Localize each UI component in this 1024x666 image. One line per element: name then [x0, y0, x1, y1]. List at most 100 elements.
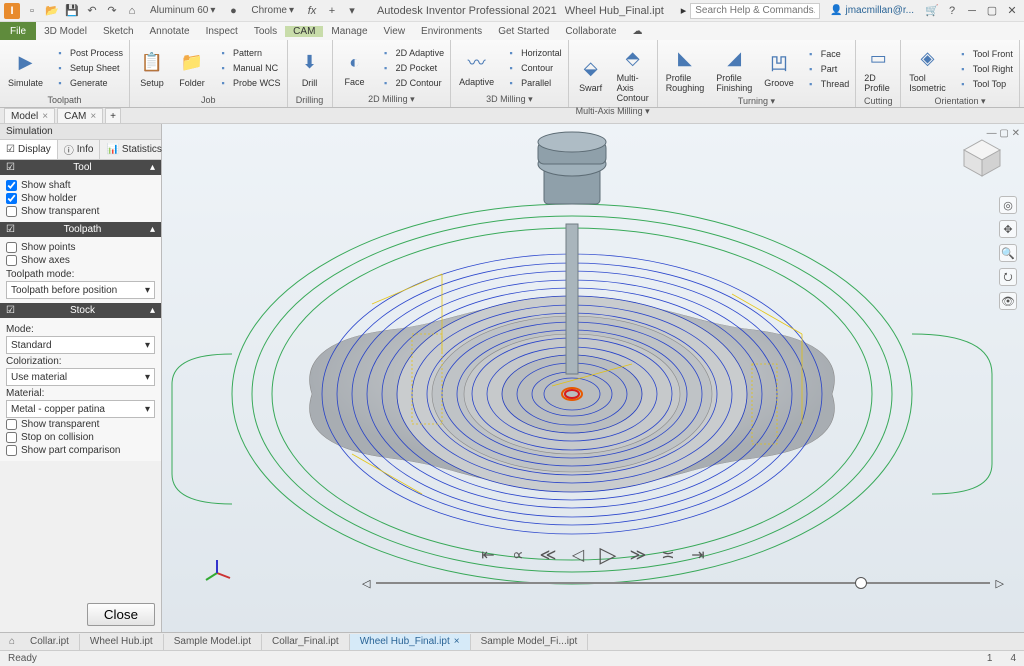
ribbon-folder[interactable]: 📁Folder: [174, 47, 210, 90]
checkbox[interactable]: [6, 193, 17, 204]
tab-statistics[interactable]: 📊 Statistics: [100, 140, 168, 159]
stock-mode-select[interactable]: Standard▾: [6, 336, 155, 354]
ribbon-tool-isometric[interactable]: ◈Tool Isometric: [905, 42, 950, 95]
step-forward-op-icon[interactable]: ≍: [658, 545, 678, 565]
rewind-icon[interactable]: ≪: [538, 545, 558, 565]
filetab-3[interactable]: Collar_Final.ipt: [262, 634, 350, 650]
more-icon[interactable]: ▾: [344, 3, 360, 19]
ribbon-face[interactable]: ◐Face: [337, 46, 373, 89]
ribbon-parallel[interactable]: ▪Parallel: [502, 76, 564, 90]
stock-check-1[interactable]: Stop on collision: [6, 431, 155, 444]
stock-color-select[interactable]: Use material▾: [6, 368, 155, 386]
ribbon-simulate[interactable]: ▶Simulate: [4, 47, 47, 90]
stock-check-2[interactable]: Show part comparison: [6, 444, 155, 457]
redo-icon[interactable]: ↷: [104, 3, 120, 19]
menu-sketch[interactable]: Sketch: [95, 26, 142, 37]
stock-check-0[interactable]: Show transparent: [6, 418, 155, 431]
filetab-4[interactable]: Wheel Hub_Final.ipt ×: [350, 634, 471, 650]
undo-icon[interactable]: ↶: [84, 3, 100, 19]
tool-section-header[interactable]: ☑ Tool▴: [0, 160, 161, 175]
play-icon[interactable]: ▷: [598, 542, 618, 568]
menu-manage[interactable]: Manage: [323, 26, 375, 37]
ribbon-generate[interactable]: ▪Generate: [51, 76, 125, 90]
plus-icon[interactable]: +: [324, 3, 340, 19]
stock-material-select[interactable]: Metal - copper patina▾: [6, 400, 155, 418]
ribbon-tool-top[interactable]: ▪Tool Top: [954, 77, 1015, 91]
menu-collaborate[interactable]: Collaborate: [557, 26, 624, 37]
toolpath-section-header[interactable]: ☑ Toolpath▴: [0, 222, 161, 237]
toolpath-check-1[interactable]: Show axes: [6, 254, 155, 267]
timeline-thumb[interactable]: [855, 577, 867, 589]
filetab-1[interactable]: Wheel Hub.ipt: [80, 634, 164, 650]
ribbon-pattern[interactable]: ▪Pattern: [214, 46, 283, 60]
maximize-icon[interactable]: ▢: [984, 3, 1000, 19]
tool-check-2[interactable]: Show transparent: [6, 205, 155, 218]
collaborate-cloud-icon[interactable]: ☁: [624, 26, 650, 37]
ribbon-drill[interactable]: ⬇Drill: [292, 47, 328, 90]
tab-close-icon[interactable]: ×: [90, 111, 96, 122]
ribbon-profile-finishing[interactable]: ◢Profile Finishing: [712, 42, 756, 95]
menu-3d-model[interactable]: 3D Model: [36, 26, 95, 37]
ribbon-post-process[interactable]: ▪Post Process: [51, 46, 125, 60]
ribbon-part[interactable]: ▪Part: [802, 62, 852, 76]
ribbon--d-pocket[interactable]: ▪2D Pocket: [377, 61, 447, 75]
viewport-3d[interactable]: ◎ ✥ 🔍 ⭮ 👁 ⇤ ∝ ≪ ◁ ▷ ≫ ≍ ⇥ ◁ ▷ — ▢ ✕: [162, 124, 1024, 632]
close-button[interactable]: Close: [87, 603, 155, 626]
ribbon-adaptive[interactable]: 〰Adaptive: [455, 46, 498, 89]
app-icon[interactable]: I: [4, 3, 20, 19]
ribbon--d-contour[interactable]: ▪2D Contour: [377, 76, 447, 90]
steering-wheel-icon[interactable]: ◎: [999, 196, 1017, 214]
checkbox[interactable]: [6, 419, 17, 430]
save-icon[interactable]: 💾: [64, 3, 80, 19]
tool-check-0[interactable]: Show shaft: [6, 179, 155, 192]
tab-close-icon[interactable]: ×: [42, 111, 48, 122]
ribbon--d-profile[interactable]: ▭2D Profile: [860, 42, 896, 95]
tool-check-1[interactable]: Show holder: [6, 192, 155, 205]
ribbon--d-adaptive[interactable]: ▪2D Adaptive: [377, 46, 447, 60]
orbit-icon[interactable]: ⭮: [999, 268, 1017, 286]
menu-environments[interactable]: Environments: [413, 26, 490, 37]
zoom-icon[interactable]: 🔍: [999, 244, 1017, 262]
ribbon-horizontal[interactable]: ▪Horizontal: [502, 46, 564, 60]
ribbon-swarf[interactable]: ⬙Swarf: [573, 52, 609, 95]
filetab-2[interactable]: Sample Model.ipt: [164, 634, 262, 650]
checkbox[interactable]: [6, 206, 17, 217]
menu-inspect[interactable]: Inspect: [198, 26, 246, 37]
home-tab-icon[interactable]: ⌂: [4, 636, 20, 647]
checkbox[interactable]: [6, 180, 17, 191]
simulation-timeline[interactable]: ◁ ▷: [362, 576, 1004, 590]
ribbon-multi-axis-contour[interactable]: ⬘Multi-Axis Contour: [613, 42, 653, 105]
ribbon-groove[interactable]: 凹Groove: [760, 47, 798, 90]
ribbon-tool-right[interactable]: ▪Tool Right: [954, 62, 1015, 76]
cam-tab[interactable]: CAM×: [57, 108, 103, 123]
goto-start-icon[interactable]: ⇤: [478, 545, 498, 565]
appearance-icon[interactable]: ●: [225, 3, 241, 19]
tab-info[interactable]: ⓘ Info: [58, 140, 101, 159]
toolpath-check-0[interactable]: Show points: [6, 241, 155, 254]
menu-get-started[interactable]: Get Started: [490, 26, 557, 37]
menu-tools[interactable]: Tools: [246, 26, 285, 37]
goto-end-icon[interactable]: ⇥: [688, 545, 708, 565]
checkbox[interactable]: [6, 445, 17, 456]
ribbon-setup[interactable]: 📋Setup: [134, 47, 170, 90]
help-icon[interactable]: ?: [944, 3, 960, 19]
ribbon-manual-nc[interactable]: ▪Manual NC: [214, 61, 283, 75]
ribbon-thread[interactable]: ▪Thread: [802, 77, 852, 91]
pan-icon[interactable]: ✥: [999, 220, 1017, 238]
filetab-5[interactable]: Sample Model_Fi...ipt: [471, 634, 589, 650]
home-icon[interactable]: ⌂: [124, 3, 140, 19]
filetab-0[interactable]: Collar.ipt: [20, 634, 80, 650]
toolpath-mode-select[interactable]: Toolpath before position▾: [6, 281, 155, 299]
new-icon[interactable]: ▫: [24, 3, 40, 19]
ribbon-contour[interactable]: ▪Contour: [502, 61, 564, 75]
tab-close-icon[interactable]: ×: [454, 636, 460, 647]
appearance-dropdown[interactable]: Chrome▾: [245, 5, 300, 16]
checkbox[interactable]: [6, 255, 17, 266]
user-account[interactable]: 👤 jmacmillan@r...: [824, 5, 920, 16]
checkbox[interactable]: [6, 242, 17, 253]
cart-icon[interactable]: 🛒: [924, 3, 940, 19]
minimize-icon[interactable]: ─: [964, 3, 980, 19]
fast-forward-icon[interactable]: ≫: [628, 545, 648, 565]
fx-icon[interactable]: fx: [304, 3, 320, 19]
checkbox[interactable]: [6, 432, 17, 443]
